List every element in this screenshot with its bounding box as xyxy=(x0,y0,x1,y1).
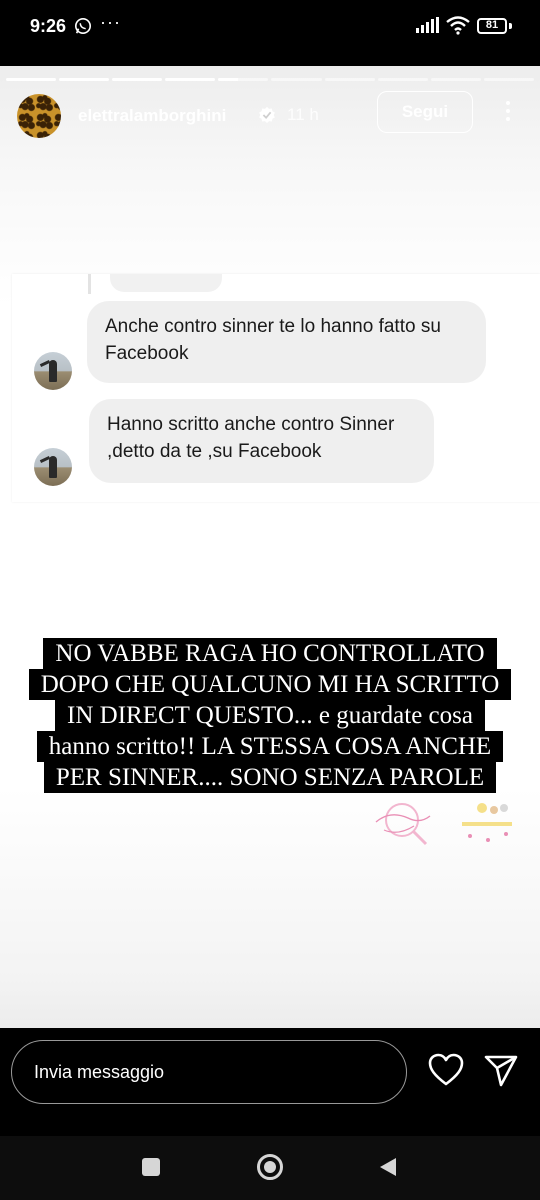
chat-user-avatar xyxy=(34,448,72,486)
whatsapp-icon xyxy=(74,17,92,35)
follow-button[interactable]: Segui xyxy=(377,91,473,133)
story-progress-segment xyxy=(112,78,163,81)
story-caption-line: DOPO CHE QUALCUNO MI HA SCRITTO xyxy=(0,669,540,700)
send-icon[interactable] xyxy=(484,1054,518,1088)
more-options-icon[interactable] xyxy=(500,98,516,128)
profile-username[interactable]: elettralamborghini xyxy=(78,106,226,126)
wifi-icon xyxy=(446,16,470,35)
story-progress-segment xyxy=(483,78,534,81)
recent-apps-icon[interactable] xyxy=(142,1158,160,1176)
verified-badge-icon xyxy=(259,106,275,124)
status-more-indicator: ··· xyxy=(100,12,121,32)
battery-level: 81 xyxy=(485,19,499,31)
story-progress-segment xyxy=(6,78,57,81)
story-caption-line: IN DIRECT QUESTO... e guardate cosa xyxy=(0,700,540,731)
home-icon-center xyxy=(264,1161,276,1173)
story-progress-segment xyxy=(165,78,216,81)
story-progress-segment xyxy=(271,78,322,81)
story-progress-segment xyxy=(377,78,428,81)
message-input[interactable]: Invia messaggio xyxy=(11,1040,407,1104)
story-caption-line: PER SINNER.... SONO SENZA PAROLE xyxy=(0,762,540,793)
system-nav-bar xyxy=(0,1136,540,1200)
story-progress-segment xyxy=(430,78,481,81)
story-progress-bar xyxy=(6,78,534,81)
story-progress-segment xyxy=(218,78,269,81)
profile-avatar[interactable] xyxy=(17,94,61,138)
story-viewer[interactable]: elettralamborghini 11 h Segui Anche cont… xyxy=(0,66,540,1028)
chat-message-bubble: Anche contro sinner te lo hanno fatto su… xyxy=(87,301,486,383)
story-progress-segment xyxy=(59,78,110,81)
battery-tip xyxy=(509,23,512,29)
back-icon[interactable] xyxy=(378,1156,398,1178)
watermark-logo xyxy=(375,803,512,846)
story-caption-line: NO VABBE RAGA HO CONTROLLATO xyxy=(0,638,540,669)
heart-icon[interactable] xyxy=(428,1053,464,1087)
chat-thread-line xyxy=(88,274,91,294)
chat-user-avatar xyxy=(34,352,72,390)
chat-previous-bubble xyxy=(110,274,222,292)
story-caption-line: hanno scritto!! LA STESSA COSA ANCHE xyxy=(0,731,540,762)
status-time: 9:26 xyxy=(30,16,67,36)
story-timestamp: 11 h xyxy=(287,105,319,124)
story-header: elettralamborghini 11 h Segui xyxy=(0,90,540,142)
chat-message-bubble: Hanno scritto anche contro Sinner ,detto… xyxy=(89,399,434,483)
story-progress-segment xyxy=(324,78,375,81)
story-reply-bar: Invia messaggio xyxy=(0,1028,540,1136)
chat-screenshot: Anche contro sinner te lo hanno fatto su… xyxy=(12,274,540,502)
status-bar: 9:26 ··· 81 xyxy=(0,0,540,50)
signal-icon xyxy=(416,17,439,33)
